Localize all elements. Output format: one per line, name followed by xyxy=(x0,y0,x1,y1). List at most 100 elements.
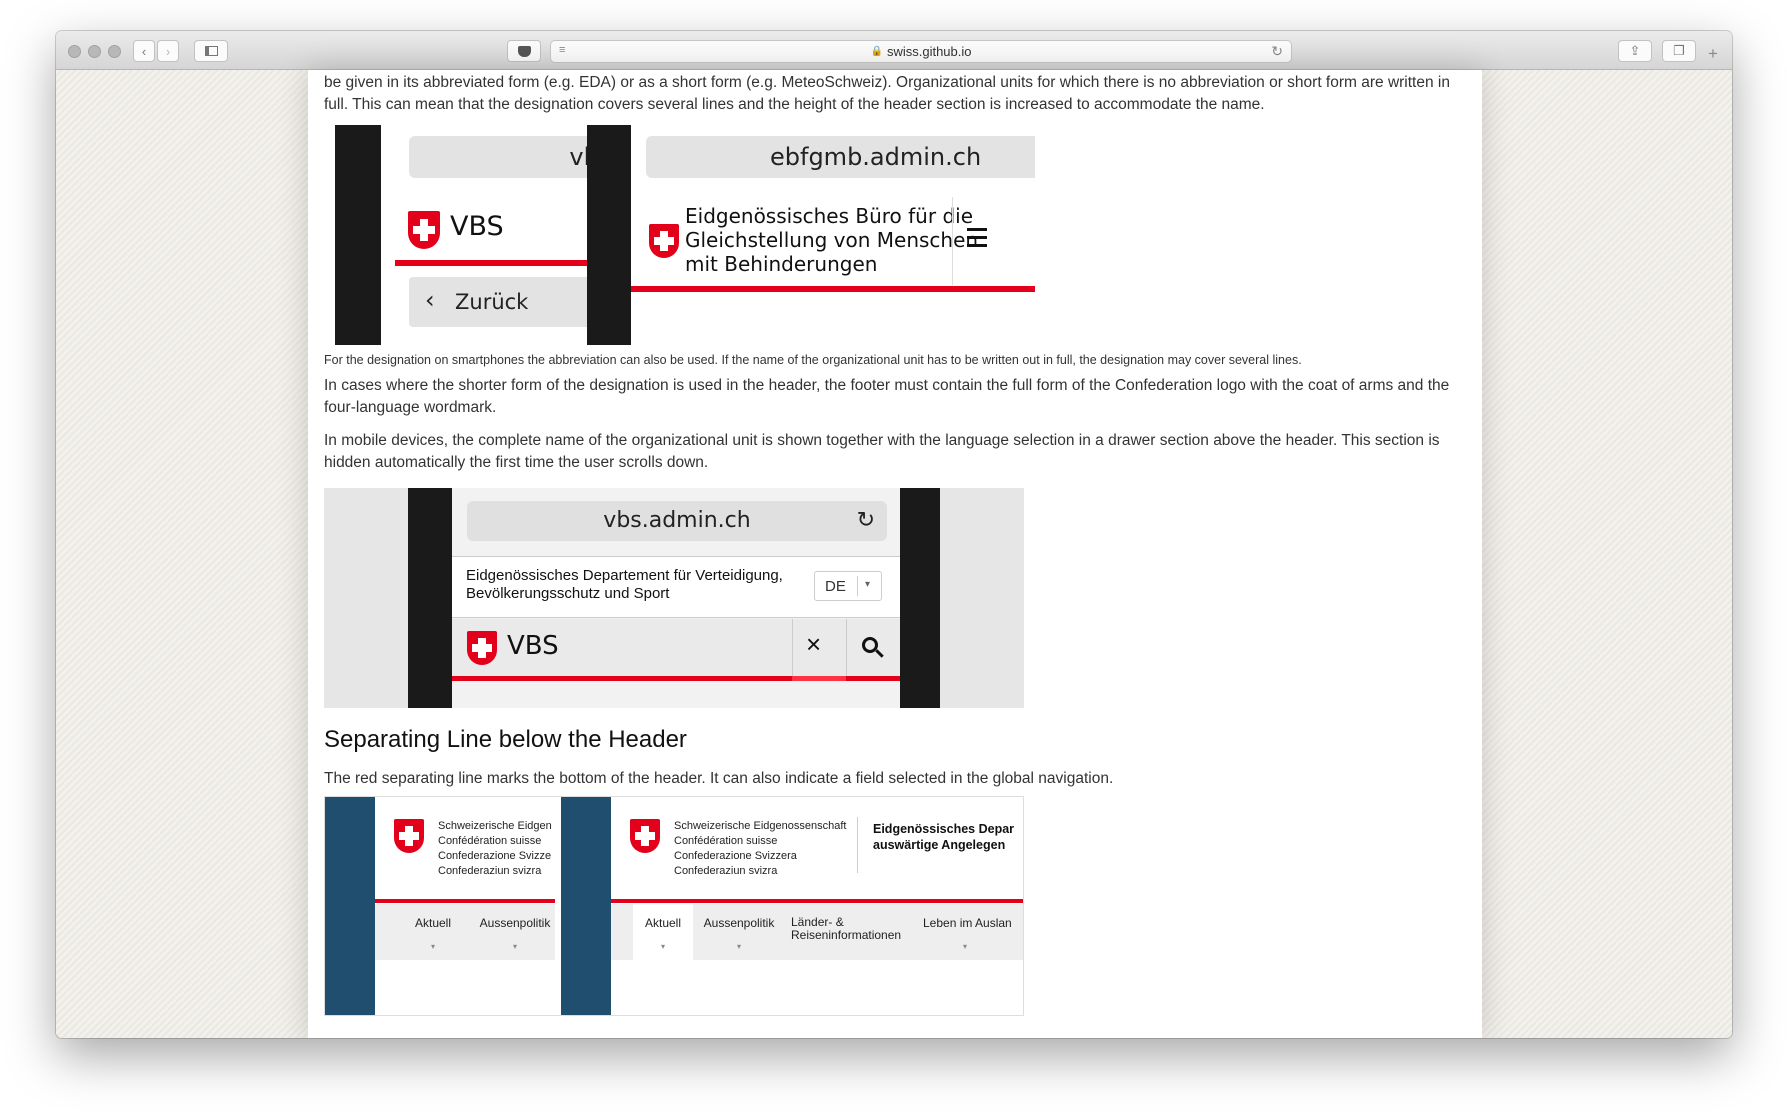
wordmark-cut: Schweizerische Eidgen Confédération suis… xyxy=(438,819,552,879)
coat-of-arms-icon xyxy=(630,819,660,853)
pocket-icon xyxy=(517,45,531,57)
tabs-button[interactable]: ❐ xyxy=(1662,40,1696,62)
wordmark-line: Confederazione Svizzera xyxy=(674,850,797,862)
chevron-left-icon: ‹ xyxy=(425,286,435,314)
lock-icon: 🔒 xyxy=(870,46,883,57)
phone-frame-left xyxy=(335,125,381,345)
nav-tab-leben-im-ausland[interactable]: Leben im Auslan ▾ xyxy=(915,916,1023,951)
reload-icon[interactable]: ↻ xyxy=(1271,43,1283,60)
nav-tab-aussenpolitik[interactable]: Aussenpolitik ▾ xyxy=(470,916,560,951)
nav-tab-aktuell[interactable]: Aktuell ▾ xyxy=(633,916,693,951)
phone-frame-right xyxy=(587,125,631,345)
nav-label: Aussenpolitik xyxy=(479,916,551,930)
wordmark-line: Schweizerische Eidgenossenschaft xyxy=(674,820,847,832)
wordmark-line: Confederaziun svizra xyxy=(674,865,778,877)
sidebar-button[interactable] xyxy=(194,40,228,62)
department-line: auswärtige Angelegen xyxy=(873,838,1006,852)
paragraph-drawer: In mobile devices, the complete name of … xyxy=(324,432,1440,471)
coat-of-arms-icon xyxy=(394,819,424,853)
long-name-line: Gleichstellung von Menschen xyxy=(685,228,979,252)
language-value: DE xyxy=(825,578,846,595)
long-name-line: mit Behinderungen xyxy=(685,252,878,276)
search-icon-handle xyxy=(875,649,884,658)
drawer-name-line: Bevölkerungsschutz und Sport xyxy=(466,585,670,602)
mobile-header: VBS × xyxy=(452,619,900,676)
wordmark-line: Confederazione Svizze xyxy=(438,850,552,862)
caret-down-icon: ▾ xyxy=(963,942,968,951)
nav-label: Aussenpolitik xyxy=(703,916,775,930)
header-red-line xyxy=(375,899,555,903)
nav-label: Aktuell xyxy=(414,916,452,930)
nav-tab-laender[interactable]: Länder- & Reiseninformationen xyxy=(783,916,901,942)
divider xyxy=(792,619,793,676)
nav-label: Länder- & Reiseninformationen xyxy=(791,915,902,942)
drawer-section: Eidgenössisches Departement für Verteidi… xyxy=(452,556,900,618)
zoom-window-button[interactable] xyxy=(108,45,121,58)
chevron-right-icon: › xyxy=(165,43,171,59)
close-window-button[interactable] xyxy=(68,45,81,58)
nav-tab-aussenpolitik[interactable]: Aussenpolitik ▾ xyxy=(695,916,783,951)
phone-frame-left xyxy=(408,488,452,708)
divider xyxy=(857,576,858,596)
figure-desktop-header: Schweizerische Eidgen Confédération suis… xyxy=(324,796,1024,1016)
coat-of-arms-icon xyxy=(467,631,497,665)
caret-down-icon: ▾ xyxy=(660,942,665,951)
url-text: vbs.admin.ch xyxy=(603,508,751,533)
coat-of-arms-icon xyxy=(408,211,440,249)
section-heading: Separating Line below the Header xyxy=(324,726,687,753)
figure-mobile-headers: vbs. VBS ‹ Zurück ebfgmb.admin.ch Eidgen… xyxy=(335,125,1035,345)
forward-button[interactable]: › xyxy=(157,40,179,62)
wordmark-line: Confédération suisse xyxy=(674,835,778,847)
side-panel xyxy=(325,797,375,1015)
new-tab-button[interactable]: + xyxy=(1708,44,1718,64)
divider xyxy=(846,619,847,676)
divider xyxy=(952,197,953,285)
caret-down-icon: ▾ xyxy=(430,942,435,951)
department-name: Eidgenössisches Depar auswärtige Angeleg… xyxy=(873,821,1014,853)
wordmark-line: Schweizerische Eidgen xyxy=(438,820,552,832)
reader-icon[interactable]: ≡ xyxy=(559,44,565,56)
address-bar[interactable]: ≡ 🔒 swiss.github.io ↻ xyxy=(550,40,1292,63)
nav-label: Leben im Auslan xyxy=(923,916,1012,930)
back-label: Zurück xyxy=(455,290,529,314)
hamburger-icon xyxy=(967,228,987,247)
left-background xyxy=(56,70,310,1038)
caret-down-icon: ▾ xyxy=(865,579,871,590)
figure-caption: For the designation on smartphones the a… xyxy=(324,353,1302,367)
browser-window: ‹ › ≡ 🔒 swiss.github.io ↻ ⇪ ❐ + be given… xyxy=(56,31,1732,1038)
chevron-left-icon: ‹ xyxy=(141,43,147,59)
wordmark-line: Confédération suisse xyxy=(438,835,542,847)
wordmark: Schweizerische Eidgenossenschaft Confédé… xyxy=(674,819,846,879)
divider xyxy=(857,817,858,873)
nav-label: Aktuell xyxy=(644,916,682,930)
figure-mobile-drawer: vbs.admin.ch ↻ Eidgenössisches Departeme… xyxy=(324,488,1024,708)
coat-of-arms-icon xyxy=(649,224,679,258)
caret-down-icon: ▾ xyxy=(512,942,517,951)
reload-icon: ↻ xyxy=(856,508,875,533)
drawer-name-line: Eidgenössisches Departement für Verteidi… xyxy=(466,567,783,584)
header-red-line xyxy=(631,286,1035,292)
phone-frame-right xyxy=(900,488,940,708)
header-long-name: Eidgenössisches Büro für die Gleichstell… xyxy=(685,204,978,276)
header-abbreviation: VBS xyxy=(507,631,559,661)
pocket-button[interactable] xyxy=(507,40,541,62)
share-icon: ⇪ xyxy=(1629,43,1641,58)
header-abbreviation: VBS xyxy=(450,211,504,242)
side-panel xyxy=(561,797,611,1015)
url-pill-full: ebfgmb.admin.ch xyxy=(646,136,1035,178)
minimize-window-button[interactable] xyxy=(88,45,101,58)
intro-paragraph: be given in its abbreviated form (e.g. E… xyxy=(324,74,1450,113)
caret-down-icon: ▾ xyxy=(736,942,741,951)
web-page: be given in its abbreviated form (e.g. E… xyxy=(308,70,1482,1038)
section-paragraph: The red separating line marks the bottom… xyxy=(324,770,1114,787)
close-icon: × xyxy=(806,629,822,659)
paragraph-footer: In cases where the shorter form of the d… xyxy=(324,377,1450,416)
department-line: Eidgenössisches Depar xyxy=(873,822,1015,836)
share-button[interactable]: ⇪ xyxy=(1618,40,1652,62)
language-select[interactable]: DE ▾ xyxy=(814,571,882,601)
active-field-marker xyxy=(792,676,846,681)
url-pill: vbs.admin.ch ↻ xyxy=(467,501,887,541)
nav-tab-aktuell[interactable]: Aktuell ▾ xyxy=(397,916,469,951)
browser-toolbar: ‹ › ≡ 🔒 swiss.github.io ↻ ⇪ ❐ + xyxy=(56,31,1732,70)
back-button[interactable]: ‹ xyxy=(133,40,155,62)
